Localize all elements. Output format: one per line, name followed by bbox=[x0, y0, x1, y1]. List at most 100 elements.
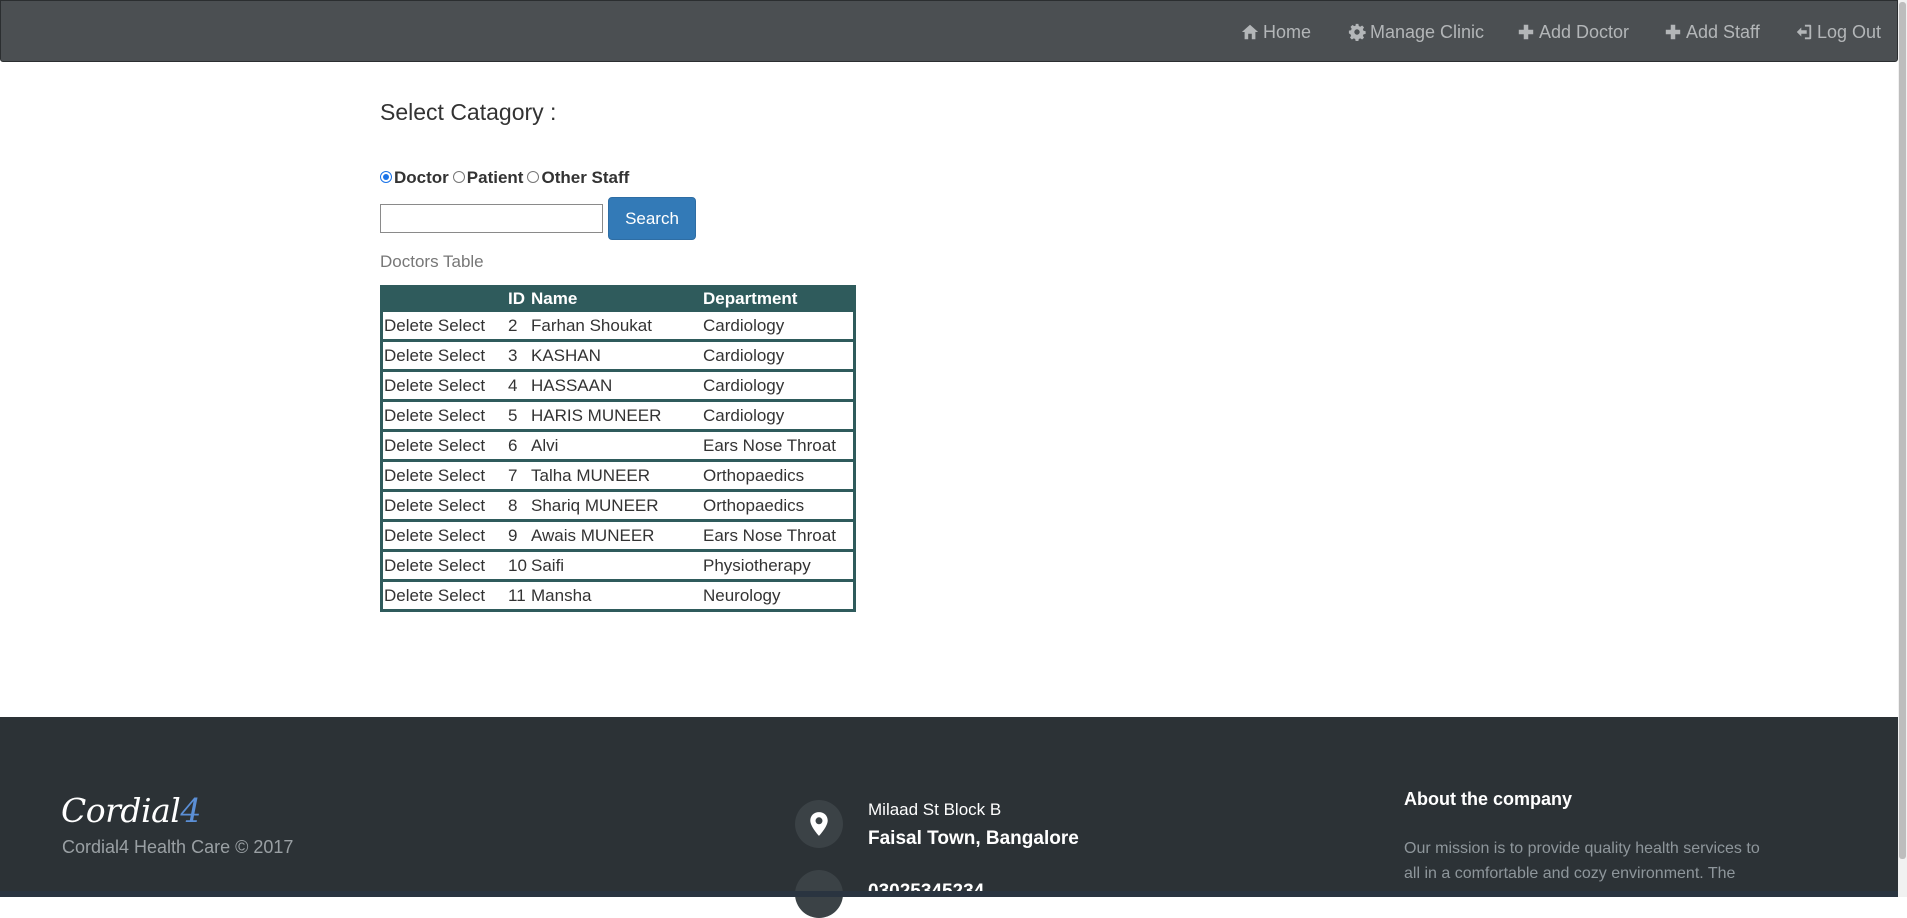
select-link[interactable]: Select bbox=[438, 436, 485, 455]
delete-link[interactable]: Delete bbox=[384, 466, 433, 485]
select-link[interactable]: Select bbox=[438, 496, 485, 515]
delete-link[interactable]: Delete bbox=[384, 526, 433, 545]
delete-link[interactable]: Delete bbox=[384, 586, 433, 605]
address-line-2: Faisal Town, Bangalore bbox=[868, 828, 1079, 849]
delete-link[interactable]: Delete bbox=[384, 436, 433, 455]
plus-icon bbox=[1518, 24, 1534, 40]
doctors-table: ID Name Department Delete Select 2 Farhan … bbox=[380, 285, 856, 612]
radio-doctor-label[interactable]: Doctor bbox=[394, 168, 449, 188]
category-title: Select Catagory : bbox=[380, 99, 557, 125]
select-link[interactable]: Select bbox=[438, 556, 485, 575]
table-body: Delete Select 2 Farhan Shoukat Cardiology De… bbox=[383, 312, 853, 609]
cell-id: 8 bbox=[508, 495, 518, 515]
delete-link[interactable]: Delete bbox=[384, 556, 433, 575]
cell-department: Ears Nose Throat bbox=[703, 525, 836, 545]
cell-name: HARIS MUNEER bbox=[531, 405, 662, 425]
table-row: Delete Select 2 Farhan Shoukat Cardiology bbox=[383, 312, 853, 339]
delete-link[interactable]: Delete bbox=[384, 346, 433, 365]
row-actions: Delete Select bbox=[383, 496, 507, 516]
cell-name: HASSAAN bbox=[531, 375, 613, 395]
nav-logout-link[interactable]: Log Out bbox=[1795, 20, 1881, 44]
radio-other-staff-label[interactable]: Other Staff bbox=[541, 168, 629, 188]
cell-id: 9 bbox=[508, 525, 518, 545]
search-button[interactable]: Search bbox=[608, 197, 696, 240]
footer: Cordial4 Cordial4 Health Care © 2017 Mil… bbox=[0, 717, 1898, 918]
cell-department: Neurology bbox=[703, 585, 781, 605]
nav-add-staff-link[interactable]: Add Staff bbox=[1664, 20, 1760, 44]
footer-logo[interactable]: Cordial4 bbox=[61, 791, 201, 830]
row-actions: Delete Select bbox=[383, 346, 507, 366]
cell-department: Cardiology bbox=[703, 345, 785, 365]
row-actions: Delete Select bbox=[383, 466, 507, 486]
select-link[interactable]: Select bbox=[438, 316, 485, 335]
nav-home-label: Home bbox=[1263, 22, 1312, 42]
cell-department: Orthopaedics bbox=[703, 495, 805, 515]
cell-department: Physiotherapy bbox=[703, 555, 811, 575]
header-id: ID bbox=[508, 288, 525, 308]
table-row: Delete Select 10 Saifi Physiotherapy bbox=[383, 552, 853, 579]
table-row: Delete Select 6 Alvi Ears Nose Throat bbox=[383, 432, 853, 459]
delete-link[interactable]: Delete bbox=[384, 316, 433, 335]
select-link[interactable]: Select bbox=[438, 406, 485, 425]
cell-department: Orthopaedics bbox=[703, 465, 805, 485]
table-caption: Doctors Table bbox=[380, 252, 484, 271]
delete-link[interactable]: Delete bbox=[384, 406, 433, 425]
nav-logout-label: Log Out bbox=[1817, 22, 1882, 42]
cell-department: Cardiology bbox=[703, 315, 785, 335]
row-actions: Delete Select bbox=[383, 406, 507, 426]
row-actions: Delete Select bbox=[383, 526, 507, 546]
top-navbar: Home Manage Clinic Add Doctor Add Staff … bbox=[0, 0, 1898, 62]
nav-home-link[interactable]: Home bbox=[1241, 20, 1311, 44]
copyright-text: Cordial4 Health Care © 2017 bbox=[62, 837, 294, 857]
logout-icon bbox=[1796, 24, 1812, 40]
row-actions: Delete Select bbox=[383, 586, 507, 606]
address-line-1: Milaad St Block B bbox=[868, 800, 1002, 819]
select-link[interactable]: Select bbox=[438, 346, 485, 365]
cell-id: 6 bbox=[508, 435, 518, 455]
select-link[interactable]: Select bbox=[438, 376, 485, 395]
cell-name: Alvi bbox=[531, 435, 559, 455]
delete-link[interactable]: Delete bbox=[384, 496, 433, 515]
nav-add-doctor-label: Add Doctor bbox=[1539, 22, 1630, 42]
about-text: Our mission is to provide quality health… bbox=[1404, 840, 1760, 882]
cell-id: 4 bbox=[508, 375, 518, 395]
select-link[interactable]: Select bbox=[438, 466, 485, 485]
table-header-row: ID Name Department bbox=[383, 285, 853, 312]
radio-patient-label[interactable]: Patient bbox=[467, 168, 524, 188]
logo-accent: 4 bbox=[180, 791, 201, 830]
header-department: Department bbox=[703, 288, 798, 308]
cell-name: Mansha bbox=[531, 585, 592, 605]
nav-add-staff-label: Add Staff bbox=[1686, 22, 1760, 42]
select-link[interactable]: Select bbox=[438, 526, 485, 545]
table-row: Delete Select 8 Shariq MUNEER Orthopaedics bbox=[383, 492, 853, 519]
cell-name: Talha MUNEER bbox=[531, 465, 651, 485]
radio-other-staff[interactable] bbox=[527, 171, 540, 183]
table-row: Delete Select 9 Awais MUNEER Ears Nose Thro… bbox=[383, 522, 853, 549]
bottom-strip bbox=[0, 891, 1898, 897]
cell-id: 5 bbox=[508, 405, 518, 425]
map-pin-icon bbox=[810, 812, 828, 836]
radio-doctor[interactable] bbox=[380, 171, 392, 183]
cell-id: 11 bbox=[508, 585, 526, 605]
home-icon bbox=[1241, 24, 1259, 40]
header-name: Name bbox=[531, 288, 578, 308]
category-radio-group: Doctor Patient Other Staff bbox=[380, 167, 633, 189]
table-row: Delete Select 4 HASSAAN Cardiology bbox=[383, 372, 853, 399]
location-badge bbox=[795, 800, 843, 848]
cell-department: Cardiology bbox=[703, 375, 785, 395]
scrollbar-thumb[interactable] bbox=[1899, 2, 1906, 859]
table-row: Delete Select 5 HARIS MUNEER Cardiology bbox=[383, 402, 853, 429]
nav-manage-clinic-link[interactable]: Manage Clinic bbox=[1348, 20, 1484, 44]
row-actions: Delete Select bbox=[383, 376, 507, 396]
cell-department: Ears Nose Throat bbox=[703, 435, 836, 455]
logo-text: Cordial bbox=[61, 791, 181, 830]
cell-name: Farhan Shoukat bbox=[531, 315, 652, 335]
select-link[interactable]: Select bbox=[438, 586, 485, 605]
delete-link[interactable]: Delete bbox=[384, 376, 433, 395]
vertical-scrollbar[interactable] bbox=[1898, 0, 1907, 897]
cell-department: Cardiology bbox=[703, 405, 785, 425]
radio-patient[interactable] bbox=[452, 171, 465, 183]
nav-add-doctor-link[interactable]: Add Doctor bbox=[1517, 20, 1629, 44]
search-input[interactable] bbox=[380, 204, 603, 233]
cell-name: Saifi bbox=[531, 555, 565, 575]
